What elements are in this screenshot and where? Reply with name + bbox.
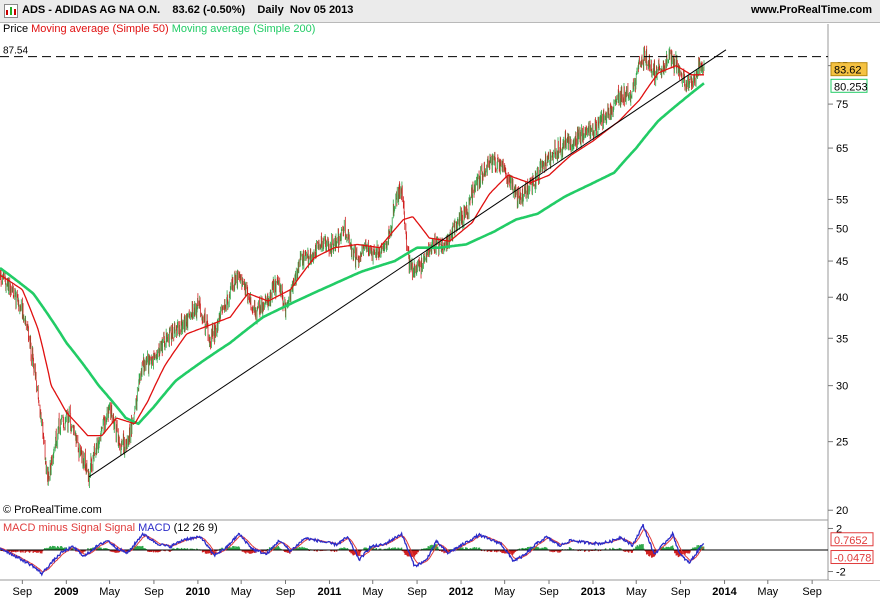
legend-price: Price	[3, 23, 31, 35]
date-tick-label: Sep	[144, 586, 164, 598]
legend-ma50: Moving average (Simple 50)	[31, 23, 172, 35]
price-tick-label: 55	[836, 194, 848, 206]
title-bar: ADS - ADIDAS AG NA O.N. 83.62 (-0.50%) D…	[0, 0, 880, 23]
date-tick-label: 2014	[712, 586, 737, 598]
price-tick-label: 40	[836, 292, 848, 304]
date-tick-label: Sep	[539, 586, 559, 598]
price-tick-label: 50	[836, 224, 848, 236]
window-title: ADS - ADIDAS AG NA O.N. 83.62 (-0.50%) D…	[22, 4, 354, 16]
date-tick-label: 2011	[318, 586, 342, 598]
date-tick-label: 2009	[54, 586, 78, 598]
macd-value-tag-text: 0.7652	[834, 535, 868, 547]
date-tick-label: May	[757, 586, 778, 598]
ma200-tag-text: 80.253	[834, 81, 868, 93]
last-price: 83.62	[172, 4, 200, 16]
app-icon	[4, 4, 18, 18]
instrument-name: ADIDAS AG NA O.N.	[54, 4, 161, 16]
price-tick-label: 65	[836, 143, 848, 155]
price-tick-label: 75	[836, 99, 848, 111]
price-tick-label: 25	[836, 437, 848, 449]
date-tick-label: 2010	[186, 586, 210, 598]
macd-legend: MACD minus Signal Signal MACD (12 26 9)	[3, 522, 218, 534]
chart-canvas: 87.54 20253035404550556575852-2Sep2009Ma…	[0, 0, 880, 600]
date-tick-label: May	[626, 586, 647, 598]
date-tick-label: Sep	[671, 586, 691, 598]
date-tick-label: May	[494, 586, 515, 598]
date-tick-label: May	[362, 586, 383, 598]
date-tick-label: Sep	[276, 586, 296, 598]
period: Daily	[257, 4, 284, 16]
price-tick-label: 30	[836, 381, 848, 393]
date-tick-label: 2012	[449, 586, 473, 598]
date-tick-label: May	[231, 586, 252, 598]
date-tick-label: Sep	[802, 586, 822, 598]
date-tick-label: Sep	[13, 586, 33, 598]
price-tick-label: 45	[836, 256, 848, 268]
site-link[interactable]: www.ProRealTime.com	[751, 4, 872, 16]
copyright: © ProRealTime.com	[3, 504, 102, 516]
date-tick-label: Sep	[407, 586, 427, 598]
date: Nov 05 2013	[289, 4, 354, 16]
price-legend: Price Moving average (Simple 50) Moving …	[3, 23, 315, 35]
legend-ma200: Moving average (Simple 200)	[172, 23, 316, 35]
date-tick-label: 2013	[581, 586, 605, 598]
price-tick-label: 35	[836, 333, 848, 345]
last-price-tag-text: 83.62	[834, 65, 862, 77]
date-tick-label: May	[99, 586, 120, 598]
price-change: (-0.50%)	[202, 4, 246, 16]
macd-hist-value-tag-text: -0.0478	[834, 553, 871, 565]
legend-macd: MACD	[138, 522, 173, 534]
legend-macd-hist: MACD minus Signal Signal	[3, 522, 138, 534]
symbol: ADS	[22, 4, 46, 16]
price-tick-label: 20	[836, 505, 848, 517]
legend-macd-params: (12 26 9)	[174, 522, 218, 534]
macd-tick-label: -2	[836, 567, 846, 579]
chart-window: 87.54 20253035404550556575852-2Sep2009Ma…	[0, 0, 880, 600]
resistance-label: 87.54	[3, 46, 28, 57]
